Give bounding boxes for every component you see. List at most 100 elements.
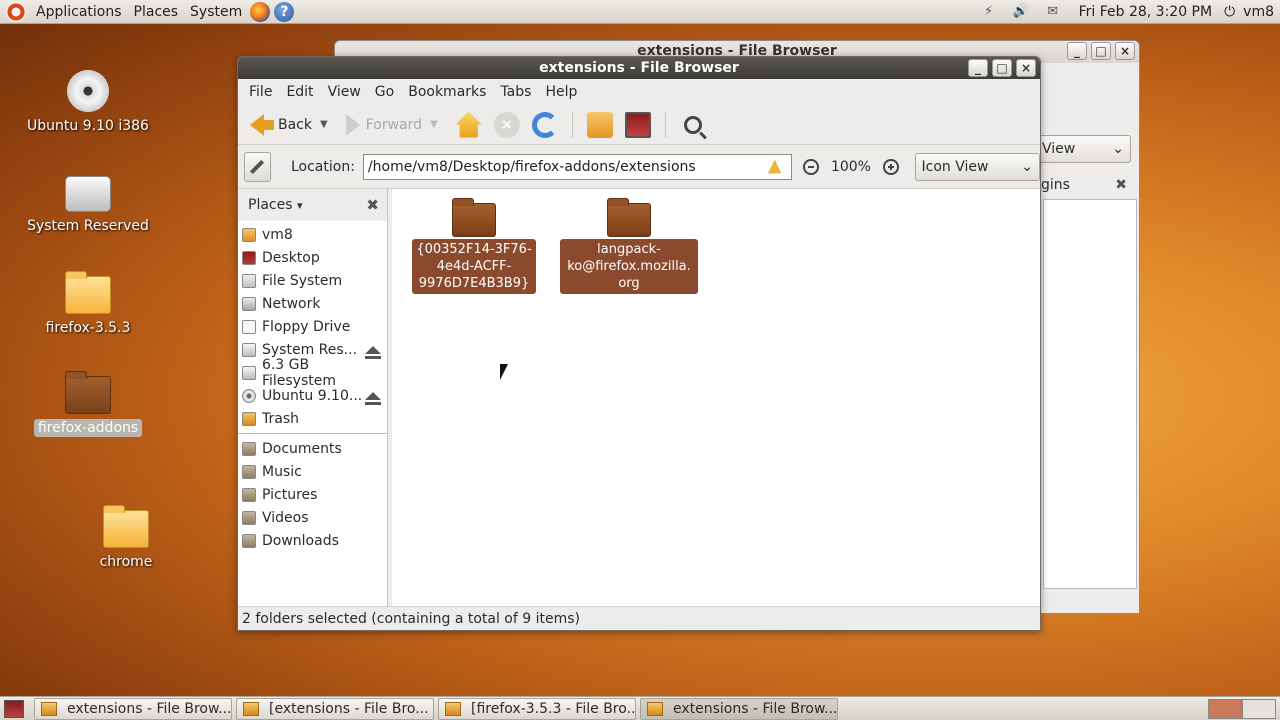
minimize-button[interactable]: _ [968, 59, 988, 77]
chevron-down-icon[interactable]: ▼ [320, 119, 328, 130]
taskbar-item[interactable]: [extensions - File Bro... [236, 697, 434, 720]
sidebar-item-file-system[interactable]: File System [238, 269, 387, 292]
forward-arrow-icon [345, 113, 360, 136]
toggle-location-button[interactable] [244, 151, 271, 182]
forward-button[interactable]: Forward ▼ [332, 109, 442, 141]
sidebar-title: Places [248, 197, 293, 213]
taskbar-item[interactable]: [firefox-3.5.3 - File Bro... [438, 697, 636, 720]
taskbar-item-label: [extensions - File Bro... [269, 700, 429, 717]
taskbar-item[interactable]: extensions - File Brow... [34, 697, 232, 720]
icon-view[interactable]: {00352F14-3F76- 4e4d-ACFF- 9976D7E4B3B9}… [392, 189, 1040, 607]
sidebar-item-vm8[interactable]: vm8 [238, 223, 387, 246]
view-mode-select[interactable]: Icon View ⌄ [914, 152, 1040, 181]
folder-item[interactable]: langpack- ko@firefox.mozilla. org [560, 198, 698, 294]
close-sidebar-icon[interactable]: ✖ [366, 196, 379, 214]
desktop-icon-firefox-353[interactable]: firefox-3.5.3 [18, 271, 158, 336]
sidebar-item-trash[interactable]: Trash [238, 407, 387, 430]
desktop-icon [242, 250, 256, 265]
minimize-button[interactable]: _ [1067, 42, 1087, 60]
taskbar-item-label: extensions - File Brow... [67, 700, 232, 717]
back-button[interactable]: Back ▼ [246, 109, 332, 141]
stop-icon[interactable]: × [493, 111, 520, 138]
folder-icon [452, 198, 496, 237]
network-icon [242, 296, 256, 311]
title-bar[interactable]: extensions - File Browser _ □ × [238, 57, 1040, 79]
home-folder-icon[interactable] [586, 111, 613, 138]
sidebar-item-desktop[interactable]: Desktop [238, 246, 387, 269]
sidebar-item-videos[interactable]: Videos [238, 506, 387, 529]
home-icon [242, 227, 256, 242]
eject-icon[interactable] [365, 391, 381, 405]
maximize-button[interactable]: □ [992, 59, 1012, 77]
places-list: vm8 Desktop File System Network Floppy D… [238, 221, 387, 607]
sidebar-item-documents[interactable]: Documents [238, 437, 387, 460]
desktop-icon-ubuntu-cd[interactable]: Ubuntu 9.10 i386 [18, 70, 158, 134]
sidebar-item-downloads[interactable]: Downloads [238, 529, 387, 552]
desktop-icon-label: System Reserved [27, 218, 149, 234]
clock[interactable]: Fri Feb 28, 3:20 PM [1079, 4, 1213, 20]
workspace-2[interactable] [1242, 698, 1276, 719]
location-input[interactable] [362, 153, 792, 180]
desktop-icon-system-reserved[interactable]: System Reserved [18, 176, 158, 234]
close-button[interactable]: × [1016, 59, 1036, 77]
chevron-down-icon[interactable]: ▼ [430, 119, 438, 130]
show-desktop-button[interactable] [4, 699, 24, 718]
menu-file[interactable]: File [242, 84, 279, 100]
menu-bookmarks[interactable]: Bookmarks [401, 84, 493, 100]
computer-icon[interactable] [624, 111, 651, 138]
zoom-in-icon[interactable] [882, 158, 899, 175]
close-icon[interactable]: ✖ [1115, 173, 1127, 197]
workspace-switcher [1208, 698, 1276, 719]
menu-tabs[interactable]: Tabs [493, 84, 538, 100]
reload-icon[interactable] [531, 111, 558, 138]
chevron-down-icon: ⌄ [1021, 158, 1033, 175]
search-icon[interactable] [683, 115, 702, 134]
close-button[interactable]: × [1115, 42, 1135, 60]
system-menu[interactable]: System [184, 0, 248, 24]
ubuntu-logo-icon[interactable] [6, 1, 26, 22]
sidebar-item-filesystem-6gb[interactable]: 6.3 GB Filesystem [238, 357, 387, 389]
applications-menu[interactable]: Applications [30, 0, 128, 24]
toolbar-separator [664, 111, 666, 138]
side-pane-label: gins [1041, 177, 1070, 193]
sidebar-type-select[interactable]: Places ▾ [248, 197, 303, 213]
file-browser-window[interactable]: extensions - File Browser _ □ × File Edi… [237, 56, 1041, 631]
menu-help[interactable]: Help [538, 84, 584, 100]
maximize-button[interactable]: □ [1091, 42, 1111, 60]
menu-bar: File Edit View Go Bookmarks Tabs Help [238, 79, 1040, 105]
sidebar-item-network[interactable]: Network [238, 292, 387, 315]
help-launcher-icon[interactable]: ? [274, 1, 295, 22]
zoom-out-icon[interactable] [803, 158, 819, 175]
desktop-icon-firefox-addons[interactable]: firefox-addons [18, 371, 158, 437]
sidebar-item-label: Ubuntu 9.10... [262, 387, 363, 404]
side-pane-header: gins ✖ [1041, 173, 1131, 197]
sidebar-item-pictures[interactable]: Pictures [238, 483, 387, 506]
network-icon[interactable]: ⚡ [979, 4, 999, 20]
home-up-icon[interactable] [455, 111, 482, 138]
sidebar-item-music[interactable]: Music [238, 460, 387, 483]
desktop-icon-label: chrome [99, 554, 153, 570]
menu-go[interactable]: Go [368, 84, 401, 100]
user-menu[interactable]: vm8 [1243, 0, 1280, 24]
menu-view[interactable]: View [321, 84, 368, 100]
places-menu[interactable]: Places [128, 0, 185, 24]
bottom-panel: extensions - File Brow... [extensions - … [0, 696, 1280, 720]
workspace-1[interactable] [1208, 698, 1242, 719]
trash-icon [242, 411, 256, 426]
drive-icon [242, 273, 256, 288]
firefox-launcher-icon[interactable] [250, 1, 271, 22]
zoom-level[interactable]: 100% [831, 159, 871, 175]
taskbar-item-active[interactable]: extensions - File Brow... [640, 697, 838, 720]
folder-item[interactable]: {00352F14-3F76- 4e4d-ACFF- 9976D7E4B3B9} [412, 198, 536, 294]
desktop-icon-chrome[interactable]: chrome [56, 505, 196, 570]
mail-icon[interactable]: ✉ [1043, 4, 1063, 20]
sidebar-item-label: Desktop [262, 249, 320, 266]
view-mode-select[interactable]: View ⌄ [1037, 135, 1131, 163]
sidebar-item-label: Network [262, 295, 321, 312]
power-icon[interactable]: ⏻ [1224, 4, 1235, 20]
eject-icon[interactable] [365, 345, 381, 359]
volume-icon[interactable]: 🔊 [1011, 4, 1031, 20]
sidebar-item-floppy-drive[interactable]: Floppy Drive [238, 315, 387, 338]
status-bar: 2 folders selected (containing a total o… [238, 606, 1040, 630]
menu-edit[interactable]: Edit [279, 84, 320, 100]
